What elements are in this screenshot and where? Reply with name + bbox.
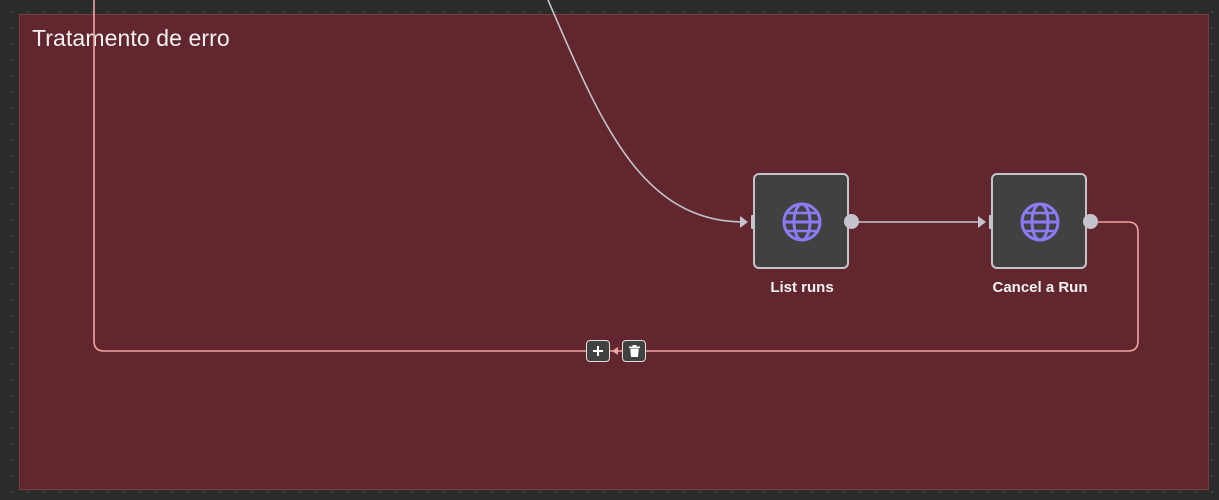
sticky-note-title: Tratamento de erro bbox=[32, 25, 230, 51]
node-label-list-runs: List runs bbox=[770, 279, 834, 296]
node-list-runs[interactable] bbox=[753, 173, 849, 269]
workflow-canvas[interactable]: Tratamento de erro List runs Cancel a Ru… bbox=[0, 0, 1219, 500]
globe-icon bbox=[1020, 202, 1060, 242]
add-node-button[interactable] bbox=[586, 340, 610, 362]
list-runs-output-port[interactable] bbox=[844, 214, 859, 229]
trash-icon bbox=[628, 345, 640, 357]
globe-icon bbox=[782, 202, 822, 242]
delete-connection-button[interactable] bbox=[622, 340, 646, 362]
node-label-cancel-a-run: Cancel a Run bbox=[992, 279, 1088, 296]
cancel-run-output-port[interactable] bbox=[1083, 214, 1098, 229]
plus-icon bbox=[593, 346, 603, 356]
node-cancel-a-run[interactable] bbox=[991, 173, 1087, 269]
